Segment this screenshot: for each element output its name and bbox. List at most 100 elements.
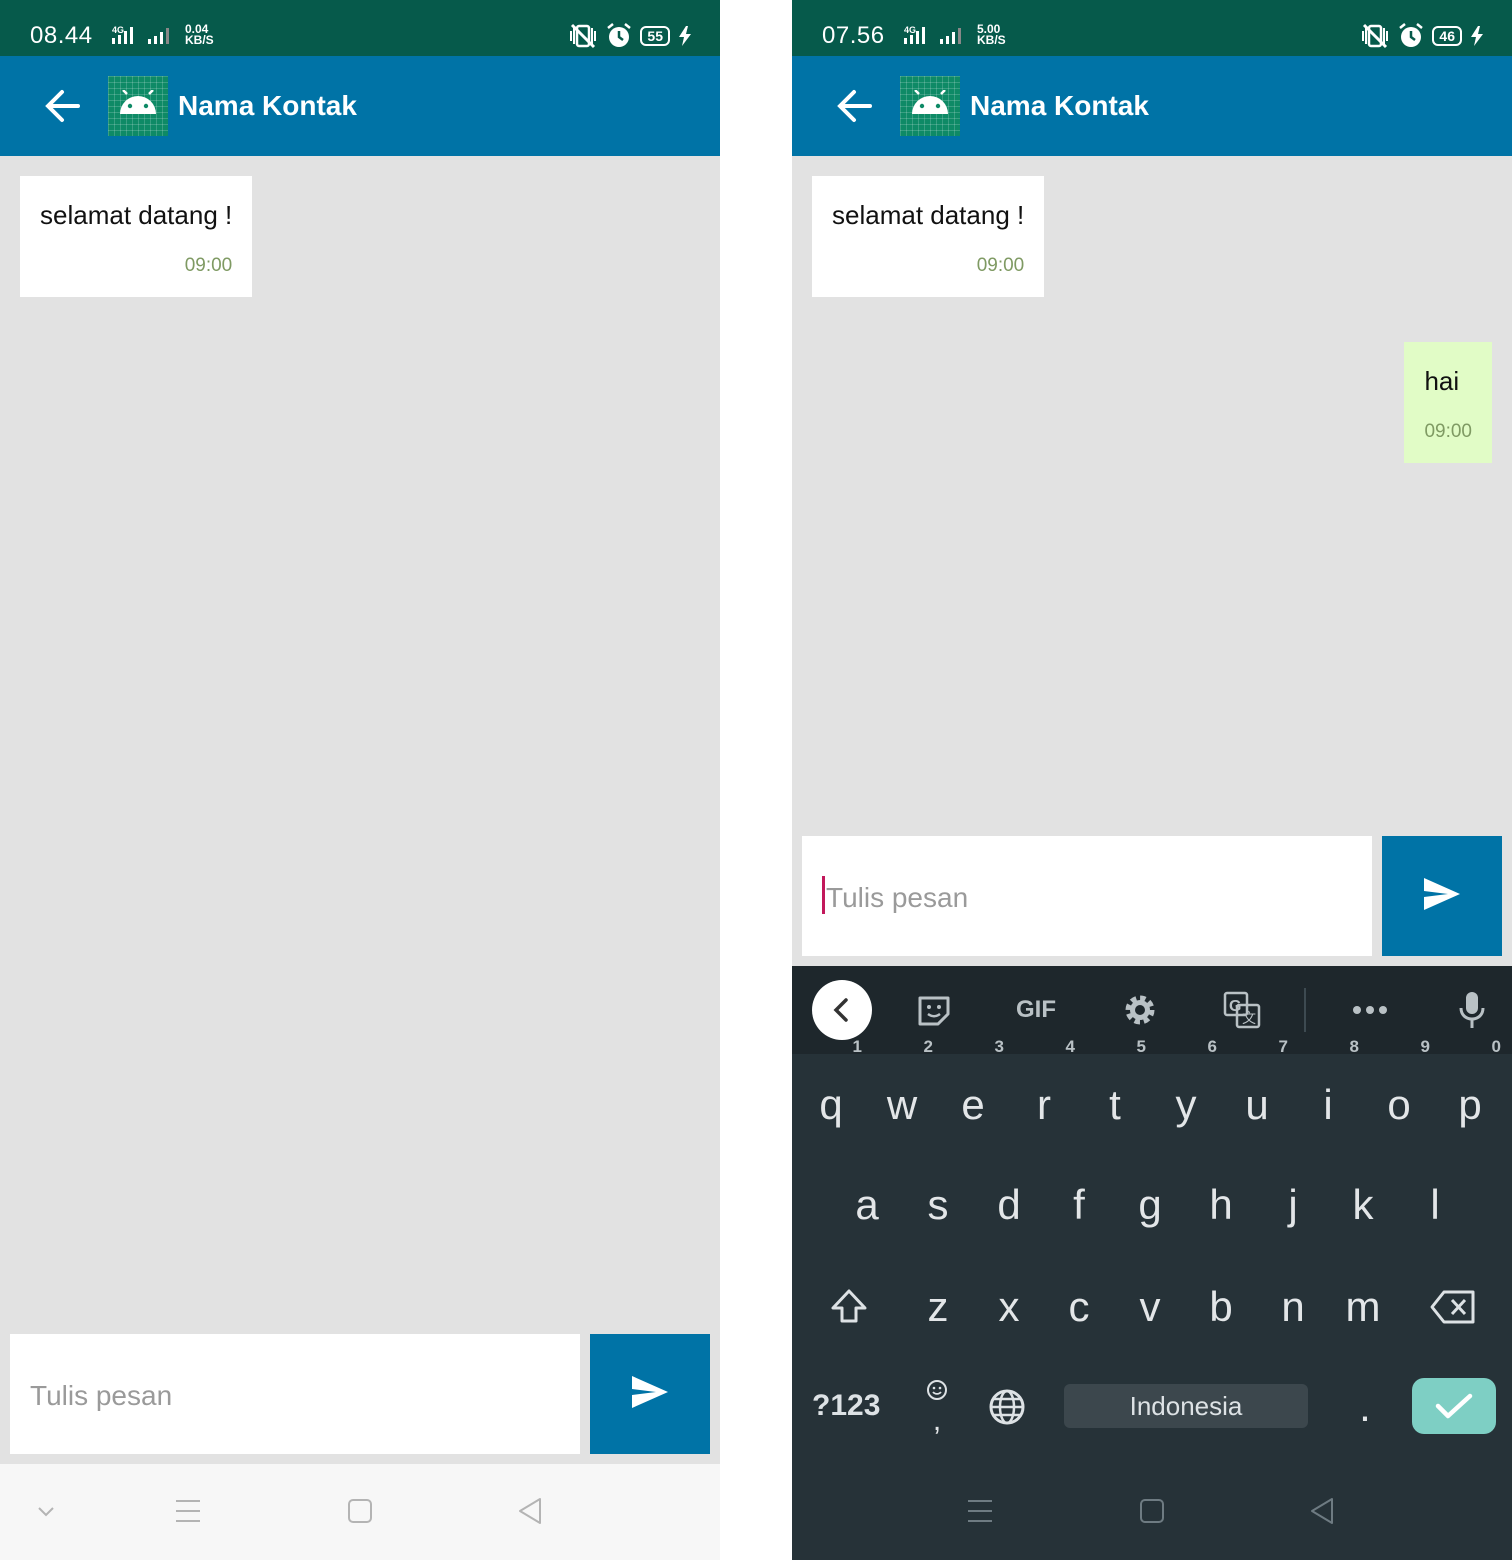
key-hint: 0 — [1491, 1037, 1501, 1056]
key-d[interactable]: d — [974, 1160, 1044, 1250]
key-h[interactable]: h — [1186, 1160, 1256, 1250]
key-x[interactable]: x — [974, 1262, 1044, 1352]
key-l[interactable]: l — [1400, 1160, 1470, 1250]
key-y[interactable]: y6 — [1151, 1038, 1221, 1150]
key-f[interactable]: f — [1044, 1160, 1114, 1250]
menu-icon[interactable] — [174, 1496, 202, 1526]
key-g[interactable]: g — [1115, 1160, 1185, 1250]
key-q[interactable]: q1 — [796, 1038, 866, 1150]
keyboard-collapse-button[interactable] — [812, 980, 872, 1040]
text-cursor — [822, 876, 825, 914]
status-bar: 08.44 4G 0.04 KB/S 55 — [0, 0, 720, 56]
chevron-down-icon[interactable] — [36, 1496, 56, 1526]
message-text: selamat datang ! — [40, 200, 233, 230]
svg-text:4G: 4G — [112, 25, 124, 35]
network-speed: 5.00 KB/S — [977, 23, 1006, 47]
key-u[interactable]: u7 — [1222, 1038, 1292, 1150]
key-i[interactable]: i8 — [1293, 1038, 1363, 1150]
contact-name[interactable]: Nama Kontak — [178, 90, 357, 122]
shift-key[interactable] — [814, 1262, 884, 1352]
svg-text:文: 文 — [1242, 1011, 1256, 1027]
check-icon — [1435, 1393, 1473, 1419]
soft-keyboard: GIF G文 q1 w2 e3 r4 t5 y6 u7 i8 o9 p0 a s… — [792, 966, 1512, 1464]
key-k[interactable]: k — [1328, 1160, 1398, 1250]
key-p[interactable]: p0 — [1435, 1038, 1505, 1150]
message-input[interactable] — [30, 1374, 550, 1418]
voice-input-button[interactable] — [1446, 984, 1498, 1036]
send-button[interactable] — [590, 1334, 710, 1454]
contact-name[interactable]: Nama Kontak — [970, 90, 1149, 122]
contact-avatar[interactable] — [900, 76, 960, 136]
key-c[interactable]: c — [1044, 1262, 1114, 1352]
key-s[interactable]: s — [903, 1160, 973, 1250]
space-key[interactable]: Indonesia — [1064, 1384, 1308, 1428]
status-time: 07.56 — [822, 22, 885, 49]
vibrate-off-icon — [570, 23, 597, 49]
emoji-comma-key[interactable]: , — [902, 1364, 972, 1444]
key-z[interactable]: z — [903, 1262, 973, 1352]
toolbar-divider — [1304, 988, 1306, 1032]
key-v[interactable]: v — [1115, 1262, 1185, 1352]
svg-text:4G: 4G — [904, 25, 916, 35]
key-hint: 9 — [1420, 1037, 1430, 1056]
key-o[interactable]: o9 — [1364, 1038, 1434, 1150]
backspace-key[interactable] — [1418, 1262, 1488, 1352]
gif-button[interactable]: GIF — [1008, 984, 1064, 1036]
back-nav-icon[interactable] — [1308, 1496, 1336, 1526]
message-time: 09:00 — [976, 255, 1025, 276]
message-input-box — [802, 836, 1372, 956]
translate-button[interactable]: G文 — [1216, 984, 1268, 1036]
message-input-box — [10, 1334, 580, 1454]
message-bubble-outgoing[interactable]: hai 09:00 — [1404, 342, 1492, 463]
settings-button[interactable] — [1114, 984, 1166, 1036]
arrow-back-icon — [837, 90, 872, 122]
send-icon — [1424, 878, 1460, 910]
network-speed: 0.04 KB/S — [185, 23, 214, 46]
key-w[interactable]: w2 — [867, 1038, 937, 1150]
key-b[interactable]: b — [1186, 1262, 1256, 1352]
android-icon — [120, 90, 156, 114]
key-r[interactable]: r4 — [1009, 1038, 1079, 1150]
more-button[interactable] — [1344, 984, 1396, 1036]
chat-screen-left: 08.44 4G 0.04 KB/S 55 Nama Kontak selama… — [0, 0, 720, 1560]
key-hint: 6 — [1207, 1037, 1217, 1056]
back-nav-icon[interactable] — [516, 1496, 544, 1526]
speed-unit: KB/S — [977, 33, 1006, 47]
navigation-bar — [0, 1464, 720, 1560]
charging-icon — [679, 26, 691, 46]
message-text: hai — [1424, 366, 1460, 396]
menu-icon[interactable] — [966, 1496, 994, 1526]
back-button[interactable] — [834, 86, 878, 126]
message-bubble-incoming[interactable]: selamat datang ! 09:00 — [812, 176, 1045, 297]
key-n[interactable]: n — [1258, 1262, 1328, 1352]
key-a[interactable]: a — [832, 1160, 902, 1250]
back-button[interactable] — [42, 86, 86, 126]
battery-indicator: 46 — [1432, 26, 1462, 46]
key-m[interactable]: m — [1328, 1262, 1398, 1352]
chevron-left-icon — [833, 998, 848, 1022]
symbols-key[interactable]: ?123 — [812, 1384, 882, 1428]
message-text: selamat datang ! — [832, 200, 1025, 230]
more-icon — [1353, 1006, 1387, 1014]
enter-key[interactable] — [1412, 1378, 1496, 1434]
gear-icon — [1125, 995, 1155, 1025]
message-input[interactable] — [826, 876, 1346, 920]
arrow-back-icon — [45, 90, 80, 122]
key-hint: 8 — [1349, 1037, 1359, 1056]
contact-avatar[interactable] — [108, 76, 168, 136]
key-j[interactable]: j — [1258, 1160, 1328, 1250]
alarm-icon — [1399, 23, 1424, 47]
key-e[interactable]: e3 — [938, 1038, 1008, 1150]
signal-icon: 4G — [112, 25, 169, 44]
message-bubble-incoming[interactable]: selamat datang ! 09:00 — [20, 176, 253, 297]
language-key[interactable] — [972, 1362, 1042, 1452]
period-key[interactable]: . — [1330, 1362, 1400, 1452]
send-button[interactable] — [1382, 836, 1502, 956]
android-icon — [912, 90, 948, 114]
home-icon[interactable] — [346, 1496, 374, 1526]
key-t[interactable]: t5 — [1080, 1038, 1150, 1150]
emoji-icon — [927, 1380, 947, 1400]
sticker-button[interactable] — [908, 984, 960, 1036]
home-icon[interactable] — [1138, 1496, 1166, 1526]
status-bar: 07.56 4G 5.00 KB/S 46 — [792, 0, 1512, 56]
